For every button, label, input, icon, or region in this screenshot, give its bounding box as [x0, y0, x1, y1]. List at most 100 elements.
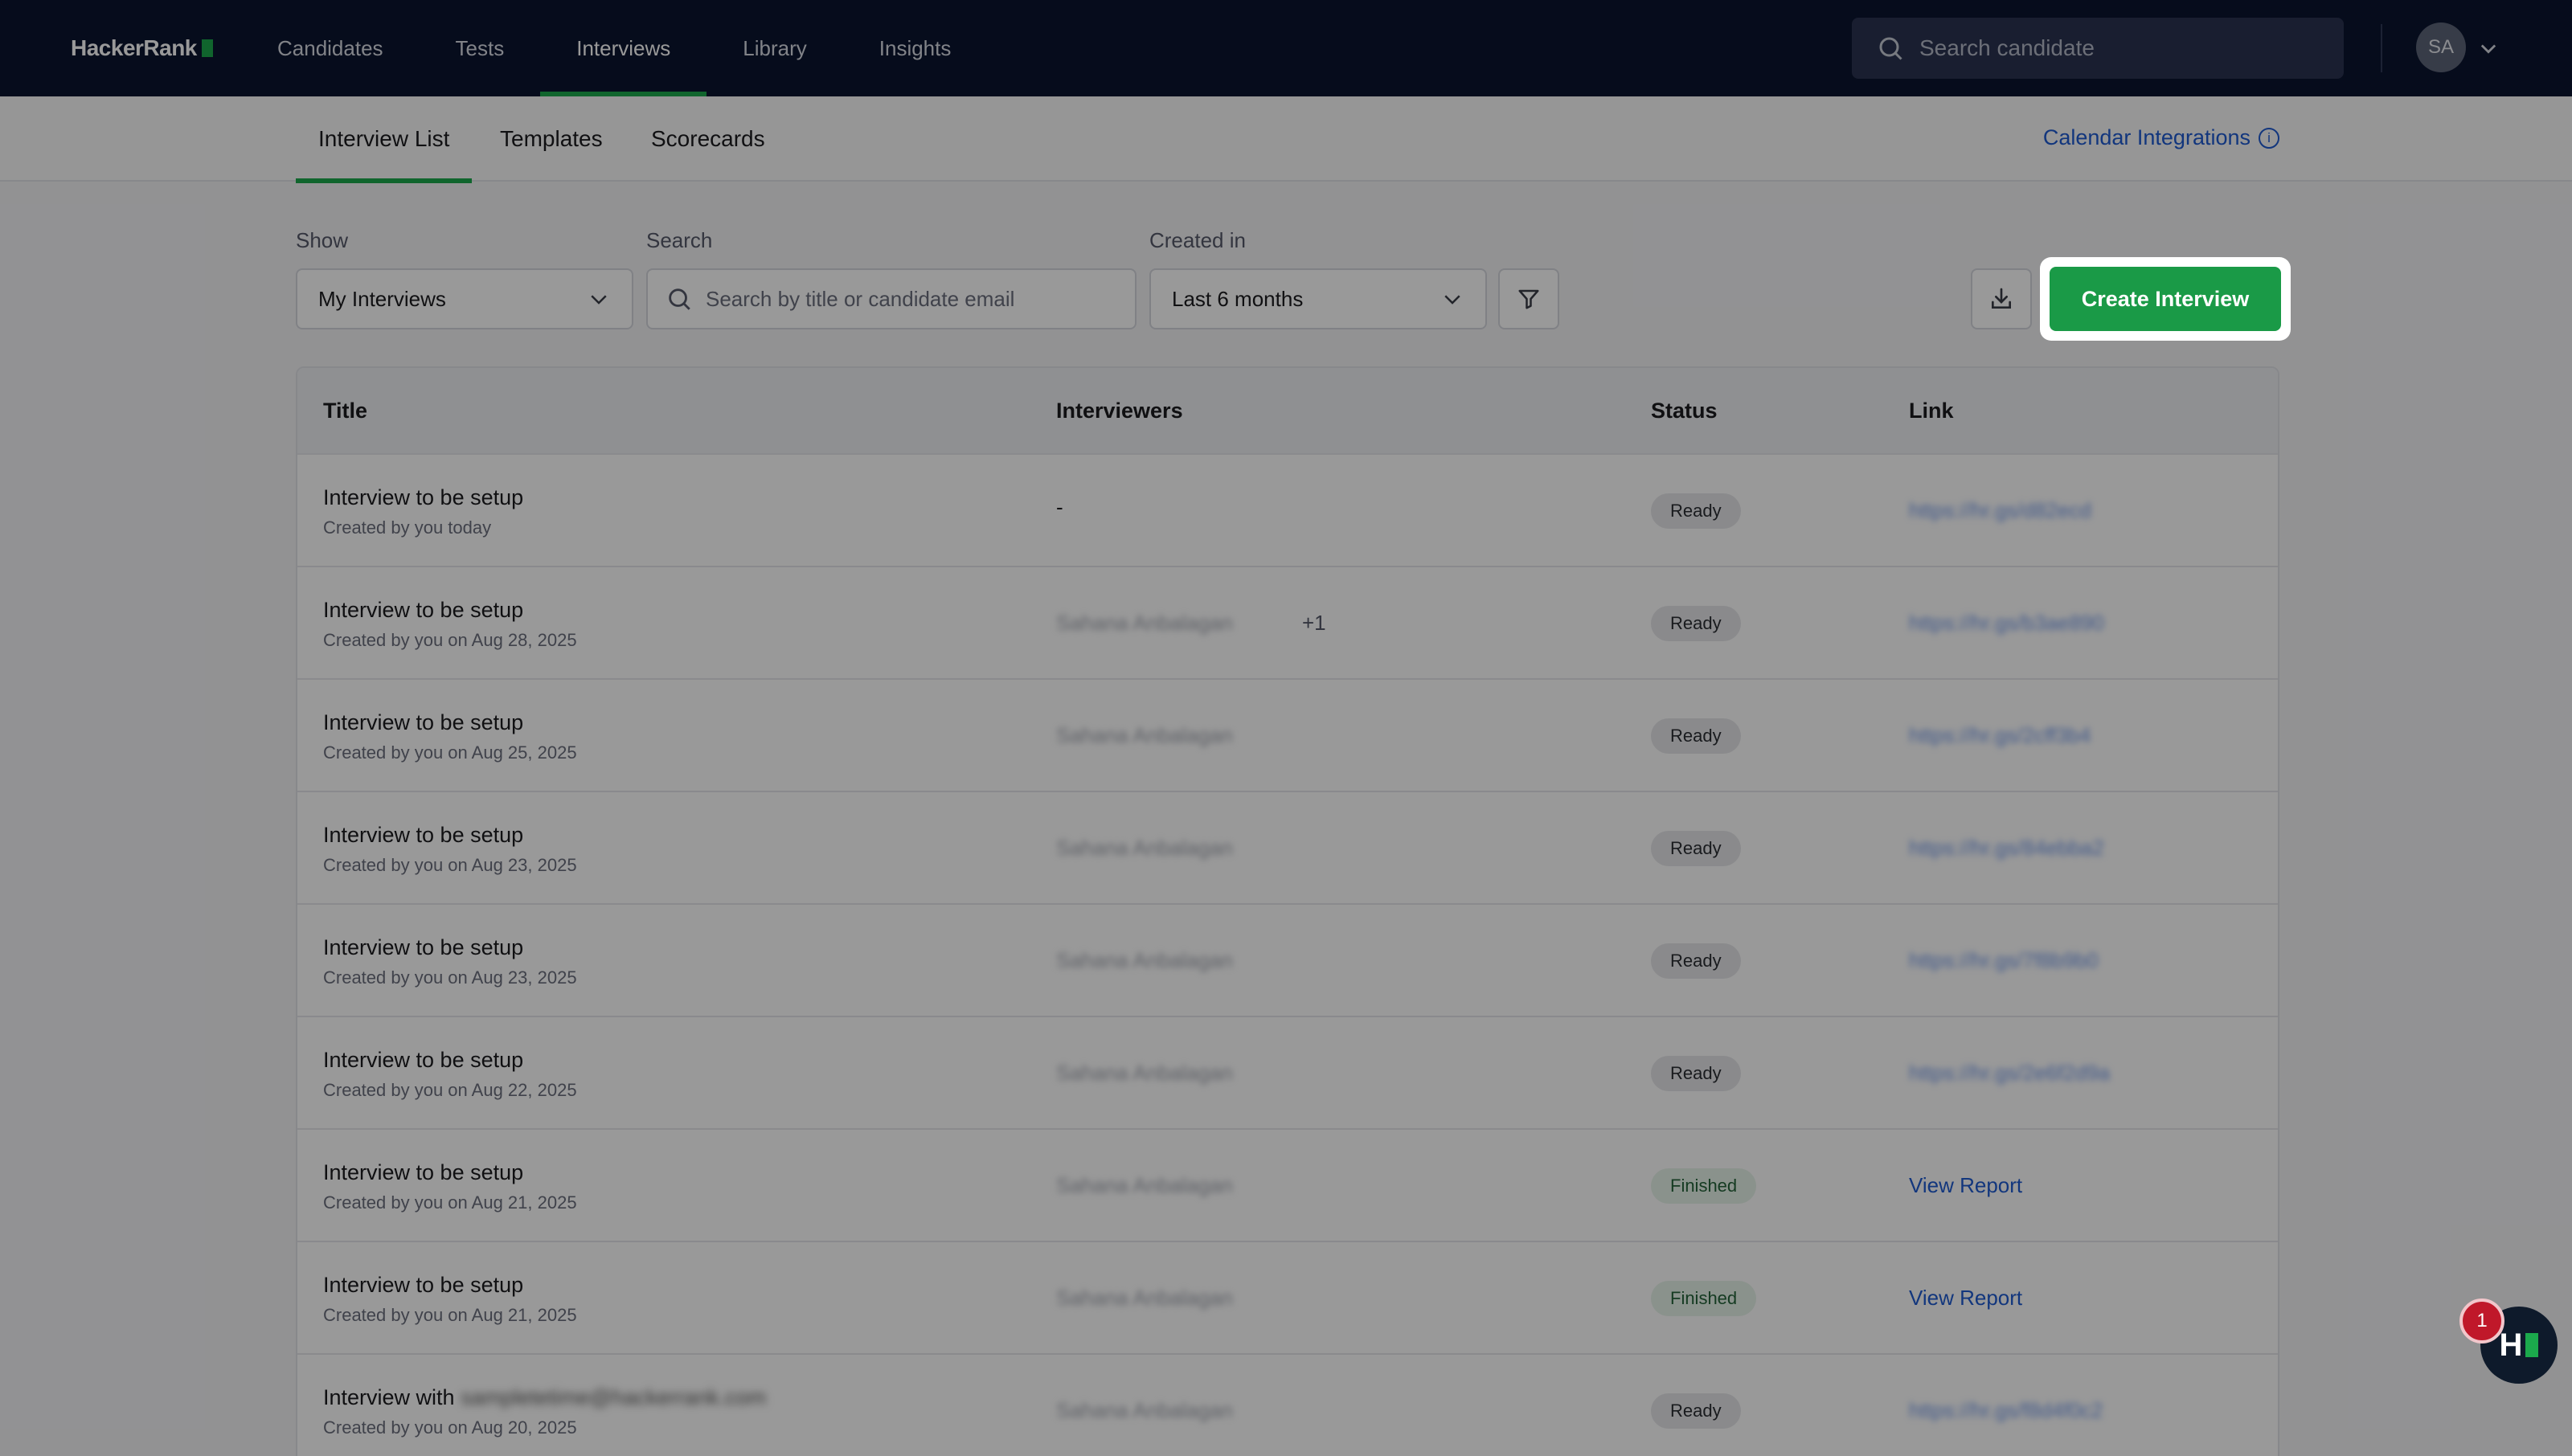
- chevron-down-icon: [1444, 295, 1460, 305]
- row-title[interactable]: Interview to be setup: [323, 1160, 523, 1185]
- candidate-email: sampletetime@hackerrank.com: [461, 1385, 767, 1409]
- status-badge: Ready: [1651, 831, 1741, 866]
- row-interviewers: Sahana Anbalagan: [1056, 611, 1233, 635]
- table-row[interactable]: Interview to be setup Created by you on …: [297, 678, 2278, 791]
- widget-mark: [2525, 1333, 2539, 1357]
- table-row[interactable]: Interview to be setup Created by you on …: [297, 566, 2278, 678]
- row-interviewers: Sahana Anbalagan: [1056, 836, 1233, 860]
- row-interviewers: Sahana Anbalagan: [1056, 1061, 1233, 1085]
- row-created: Created by you on Aug 23, 2025: [323, 855, 577, 875]
- col-link: Link: [1909, 398, 1954, 423]
- col-title: Title: [323, 398, 368, 423]
- row-created: Created by you on Aug 20, 2025: [323, 1417, 577, 1438]
- status-badge: Ready: [1651, 1393, 1741, 1429]
- row-interviewers: Sahana Anbalagan: [1056, 1398, 1233, 1422]
- interview-link[interactable]: https://hr.gs/2e6f2d9a: [1909, 1061, 2110, 1086]
- view-report-link[interactable]: View Report: [1909, 1286, 2022, 1311]
- status-badge: Ready: [1651, 493, 1741, 529]
- search-icon: [669, 288, 690, 310]
- row-created: Created by you on Aug 21, 2025: [323, 1192, 577, 1213]
- table-header: Title Interviewers Status Link: [297, 368, 2278, 453]
- tab-scorecards[interactable]: Scorecards: [651, 96, 765, 182]
- nav-library[interactable]: Library: [706, 0, 842, 96]
- hackerrank-logo[interactable]: HackerRank: [71, 31, 213, 66]
- download-icon: [1992, 288, 2011, 309]
- sub-tabs: Interview List Templates Scorecards Cale…: [0, 96, 2572, 183]
- download-button[interactable]: [1971, 268, 2032, 329]
- row-created: Created by you today: [323, 517, 492, 538]
- candidate-search: [1852, 18, 2344, 79]
- search-input[interactable]: [706, 286, 1108, 312]
- more-interviewers-count[interactable]: +1: [1302, 611, 1326, 636]
- table-row[interactable]: Interview to be setup Created by you on …: [297, 903, 2278, 1016]
- created-in-dropdown[interactable]: Last 6 months: [1149, 268, 1487, 329]
- interview-link[interactable]: https://hr.gs/7f8b9b0: [1909, 948, 2099, 973]
- show-dropdown[interactable]: My Interviews: [296, 268, 633, 329]
- nav-insights[interactable]: Insights: [843, 0, 988, 96]
- col-status: Status: [1651, 398, 1718, 423]
- info-icon[interactable]: i: [2259, 127, 2279, 149]
- row-title[interactable]: Interview to be setup: [323, 710, 523, 735]
- interview-link[interactable]: https://hr.gs/84ebba2: [1909, 836, 2104, 861]
- search-label: Search: [646, 228, 713, 252]
- candidate-search-input[interactable]: [1919, 35, 2321, 61]
- create-interview-button[interactable]: Create Interview: [2050, 267, 2281, 331]
- row-created: Created by you on Aug 23, 2025: [323, 967, 577, 988]
- row-title[interactable]: Interview to be setup: [323, 823, 523, 848]
- created-in-value: Last 6 months: [1172, 286, 1304, 311]
- logo-mark: [201, 39, 213, 57]
- row-title-text: Interview with: [323, 1385, 455, 1409]
- row-interviewers: Sahana Anbalagan: [1056, 1286, 1233, 1310]
- interview-link[interactable]: https://hr.gs/2cff3b4: [1909, 723, 2091, 748]
- row-interviewers: -: [1056, 495, 1063, 519]
- show-value: My Interviews: [318, 286, 446, 311]
- chevron-down-icon: [591, 295, 607, 305]
- tab-interview-list[interactable]: Interview List: [296, 96, 473, 183]
- chevron-down-icon[interactable]: [2477, 37, 2500, 59]
- table-row[interactable]: Interview to be setup Created by you on …: [297, 1016, 2278, 1128]
- row-created: Created by you on Aug 25, 2025: [323, 742, 577, 763]
- table-row[interactable]: Interview to be setup Created by you on …: [297, 1241, 2278, 1353]
- table-row[interactable]: Interview to be setup Created by you on …: [297, 1128, 2278, 1241]
- table-row[interactable]: Interview to be setup Created by you on …: [297, 791, 2278, 903]
- nav-interviews[interactable]: Interviews: [540, 0, 707, 96]
- row-created: Created by you on Aug 21, 2025: [323, 1305, 577, 1325]
- row-interviewers: Sahana Anbalagan: [1056, 723, 1233, 747]
- notification-badge[interactable]: 1: [2459, 1299, 2504, 1344]
- calendar-integrations-link[interactable]: Calendar Integrations i: [2043, 125, 2279, 150]
- view-report-link[interactable]: View Report: [1909, 1173, 2022, 1198]
- col-interviewers: Interviewers: [1056, 398, 1183, 423]
- interview-link[interactable]: https://hr.gs/d82ecd: [1909, 498, 2091, 523]
- row-created: Created by you on Aug 22, 2025: [323, 1080, 577, 1100]
- logo-text: HackerRank: [71, 35, 197, 60]
- nav-divider: [2381, 24, 2382, 72]
- status-badge: Ready: [1651, 1056, 1741, 1091]
- title-email-search: [646, 268, 1137, 329]
- table-row[interactable]: Interview with sampletetime@hackerrank.c…: [297, 1353, 2278, 1456]
- row-title[interactable]: Interview to be setup: [323, 485, 523, 510]
- status-badge: Ready: [1651, 718, 1741, 754]
- tab-templates[interactable]: Templates: [500, 96, 603, 182]
- row-title[interactable]: Interview to be setup: [323, 1048, 523, 1073]
- row-title[interactable]: Interview to be setup: [323, 598, 523, 623]
- nav-tests[interactable]: Tests: [420, 0, 541, 96]
- table-row[interactable]: Interview to be setup Created by you tod…: [297, 453, 2278, 566]
- row-title[interactable]: Interview with sampletetime@hackerrank.c…: [323, 1385, 766, 1410]
- row-created: Created by you on Aug 28, 2025: [323, 630, 577, 650]
- row-title[interactable]: Interview to be setup: [323, 1273, 523, 1298]
- row-interviewers: Sahana Anbalagan: [1056, 948, 1233, 972]
- create-interview-spotlight: Create Interview: [2040, 257, 2291, 341]
- created-in-label: Created in: [1149, 228, 1246, 252]
- widget-letter: H: [2499, 1327, 2523, 1363]
- interview-link[interactable]: https://hr.gs/f8d4f0c2: [1909, 1398, 2103, 1423]
- row-interviewers: Sahana Anbalagan: [1056, 1173, 1233, 1197]
- top-navbar: HackerRank Candidates Tests Interviews L…: [0, 0, 2572, 96]
- status-badge: Finished: [1651, 1168, 1757, 1204]
- nav-candidates[interactable]: Candidates: [241, 0, 420, 96]
- interview-link[interactable]: https://hr.gs/b3ae890: [1909, 611, 2104, 636]
- status-badge: Ready: [1651, 943, 1741, 979]
- avatar[interactable]: SA: [2416, 22, 2466, 72]
- filter-button[interactable]: [1498, 268, 1559, 329]
- interviews-table: Title Interviewers Status Link Interview…: [296, 366, 2279, 1456]
- row-title[interactable]: Interview to be setup: [323, 935, 523, 960]
